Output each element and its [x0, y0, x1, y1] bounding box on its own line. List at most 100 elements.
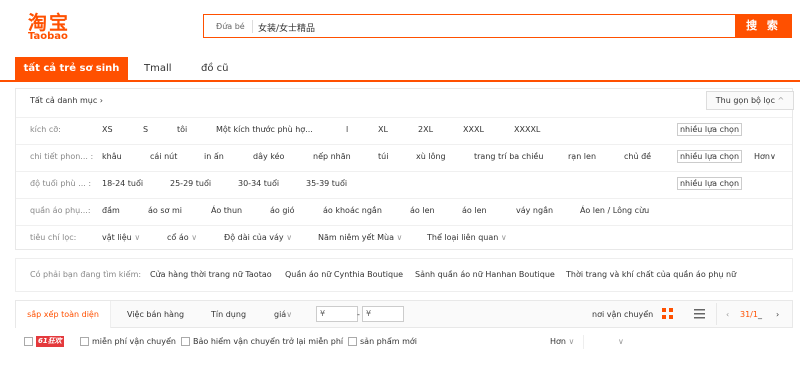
list-view-icon[interactable]: [694, 308, 705, 319]
chevron-down-icon: ∨: [286, 233, 293, 242]
free-shipping-checkbox[interactable]: miễn phí vận chuyển: [80, 335, 176, 349]
sort-comprehensive[interactable]: sắp xếp toàn diện: [16, 301, 111, 328]
filter-option[interactable]: áo len: [462, 206, 487, 215]
sort-sales[interactable]: Việc bán hàng: [127, 301, 184, 328]
more-filters-label: Hơn: [550, 337, 566, 346]
filter-option[interactable]: tôi: [177, 125, 187, 134]
price-max-input[interactable]: ¥: [362, 306, 404, 322]
page-number: 31/1: [740, 310, 758, 319]
filter-option[interactable]: dây kéo: [253, 152, 284, 161]
tab-tmall[interactable]: Tmall: [144, 57, 172, 80]
promo-checkbox[interactable]: 61狂欢: [24, 335, 64, 349]
next-page-icon[interactable]: ›: [776, 301, 779, 328]
filter-option[interactable]: cái nút: [150, 152, 177, 161]
filter-option[interactable]: váy ngắn: [516, 206, 553, 215]
filter-option[interactable]: Một kích thước phù hợ...: [216, 125, 313, 134]
chevron-down-icon: ∨: [500, 233, 507, 242]
price-min-input[interactable]: ¥: [316, 306, 358, 322]
criteria-dropdown-category[interactable]: Thể loại liên quan ∨: [427, 233, 507, 242]
filter-label-detail: chi tiết phon... :: [30, 152, 94, 161]
filter-option[interactable]: áo gió: [270, 206, 295, 215]
tab-all-babies[interactable]: tất cả trẻ sơ sinh: [15, 57, 128, 80]
filter-option[interactable]: Áo thun: [211, 206, 242, 215]
more-label: Hơn: [754, 152, 770, 161]
related-search-link[interactable]: Quần áo nữ Cynthia Boutique: [285, 270, 403, 279]
related-search-link[interactable]: Cửa hàng thời trang nữ Taotao: [150, 270, 272, 279]
filter-option[interactable]: rạn len: [568, 152, 596, 161]
filter-divider: [16, 225, 792, 226]
related-search-link[interactable]: Sảnh quần áo nữ Hanhan Boutique: [415, 270, 555, 279]
checkbox[interactable]: [24, 337, 33, 346]
filter-label-criteria: tiêu chí lọc:: [30, 233, 77, 242]
filter-option[interactable]: áo khoác ngắn: [323, 206, 382, 215]
filter-divider: [16, 171, 792, 172]
chevron-up-icon: ^: [777, 96, 785, 105]
filter-option[interactable]: Áo len / Lông cừu: [580, 206, 649, 215]
search-button[interactable]: 搜 索: [735, 14, 792, 38]
sort-price[interactable]: giá∨: [274, 301, 292, 328]
filter-divider: [583, 335, 584, 349]
sort-credit[interactable]: Tín dụng: [211, 301, 246, 328]
criteria-dropdown-collar[interactable]: cổ áo ∨: [167, 233, 197, 242]
collapse-filters-button[interactable]: Thu gọn bộ lọc ^: [706, 91, 794, 110]
checkbox[interactable]: [181, 337, 190, 346]
criteria-label: vật liệu: [102, 233, 132, 242]
criteria-dropdown-season[interactable]: Năm niêm yết Mùa ∨: [318, 233, 402, 242]
related-search-link[interactable]: Thời trang và khí chất của quần áo phụ n…: [566, 270, 736, 279]
filter-option[interactable]: chủ đề: [624, 152, 651, 161]
multi-select-button[interactable]: nhiều lựa chọn: [677, 123, 742, 136]
filter-option[interactable]: áo sơ mi: [148, 206, 182, 215]
filter-divider: [16, 198, 792, 199]
search-bar[interactable]: Đứa bé 女装/女士精品: [203, 14, 735, 38]
filter-option[interactable]: XXXL: [463, 125, 484, 134]
filter-option[interactable]: 35-39 tuổi: [306, 179, 347, 188]
filter-option[interactable]: 25-29 tuổi: [170, 179, 211, 188]
sort-divider: [716, 303, 717, 325]
search-scope[interactable]: Đứa bé: [216, 22, 245, 31]
multi-select-button[interactable]: nhiều lựa chọn: [677, 150, 742, 163]
chevron-right-icon: ›: [99, 96, 103, 105]
filter-option[interactable]: túi: [378, 152, 388, 161]
shipping-location-dropdown[interactable]: nơi vận chuyển: [592, 301, 653, 328]
chevron-down-icon: ∨: [191, 233, 198, 242]
sort-price-label: giá: [274, 310, 287, 319]
filter-option[interactable]: 18-24 tuổi: [102, 179, 143, 188]
filter-option[interactable]: trang trí ba chiều: [474, 152, 543, 161]
checkbox[interactable]: [80, 337, 89, 346]
search-input[interactable]: 女装/女士精品: [258, 21, 315, 34]
filter-option[interactable]: đầm: [102, 206, 120, 215]
filter-option[interactable]: khâu: [102, 152, 122, 161]
filter-option[interactable]: 30-34 tuổi: [238, 179, 279, 188]
chevron-down-icon: ∨: [396, 233, 403, 242]
criteria-label: cổ áo: [167, 233, 189, 242]
filter-option[interactable]: áo len: [410, 206, 435, 215]
filter-option[interactable]: S: [143, 125, 148, 134]
filter-option[interactable]: in ấn: [204, 152, 224, 161]
checkbox[interactable]: [348, 337, 357, 346]
chevron-down-icon[interactable]: ∨: [618, 335, 624, 349]
breadcrumb[interactable]: Tất cả danh mục ›: [30, 96, 103, 105]
more-filters-dropdown[interactable]: Hơn ∨: [550, 335, 574, 349]
grid-view-icon[interactable]: [662, 308, 673, 319]
tab-second-hand[interactable]: đồ cũ: [201, 57, 228, 80]
return-insurance-checkbox[interactable]: Bảo hiểm vận chuyển trở lại miễn phí: [181, 335, 343, 349]
price-range-dash: -: [357, 310, 360, 319]
filter-option[interactable]: XXXXL: [514, 125, 540, 134]
filter-option[interactable]: xù lông: [416, 152, 446, 161]
filter-option[interactable]: XL: [378, 125, 388, 134]
filter-divider: [16, 117, 792, 118]
criteria-dropdown-material[interactable]: vật liệu ∨: [102, 233, 140, 242]
filter-option[interactable]: 2XL: [418, 125, 433, 134]
prev-page-icon[interactable]: ‹: [726, 301, 729, 328]
related-searches-label: Có phải bạn đang tìm kiếm:: [30, 270, 142, 279]
new-products-checkbox[interactable]: sản phẩm mới: [348, 335, 417, 349]
filter-option[interactable]: nếp nhăn: [313, 152, 351, 161]
criteria-dropdown-skirt-length[interactable]: Độ dài của váy ∨: [224, 233, 292, 242]
filter-option[interactable]: l: [346, 125, 348, 134]
more-options-button[interactable]: Hơn∨: [754, 152, 776, 161]
chevron-down-icon: ∨: [286, 310, 293, 319]
taobao-logo-text[interactable]: Taobao: [28, 31, 68, 42]
criteria-label: Năm niêm yết Mùa: [318, 233, 394, 242]
multi-select-button[interactable]: nhiều lựa chọn: [677, 177, 742, 190]
filter-option[interactable]: XS: [102, 125, 113, 134]
